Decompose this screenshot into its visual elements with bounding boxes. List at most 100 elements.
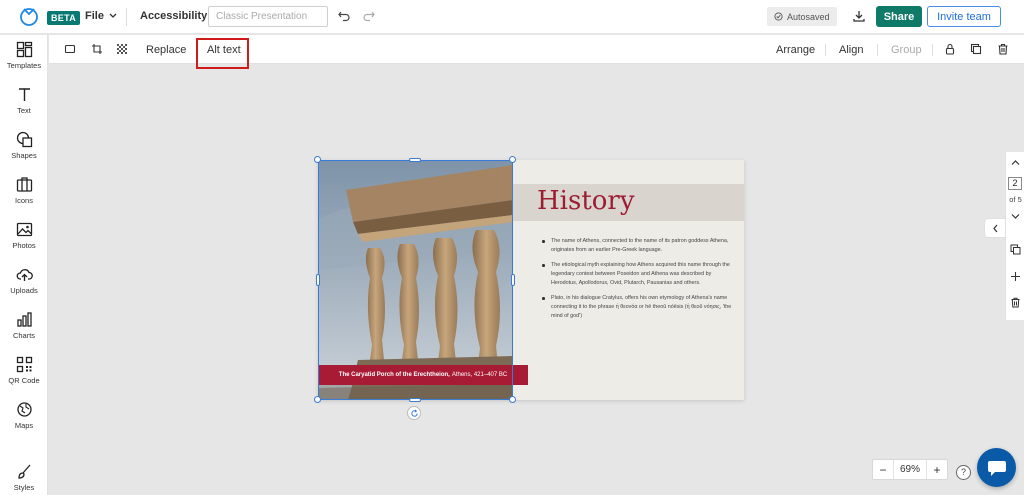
slide-title[interactable]: History	[537, 186, 635, 216]
zoom-control: − 69% +	[872, 459, 948, 480]
sidebar-item-label: QR Code	[8, 376, 40, 385]
chevron-up-icon[interactable]	[1011, 159, 1020, 166]
slide-canvas[interactable]: The Caryatid Porch of the Erechtheion, A…	[318, 160, 744, 400]
left-sidebar: Templates Text Shapes Icons Photos Uploa…	[0, 35, 48, 495]
caption-bold: The Caryatid Porch of the Erechtheion,	[338, 372, 450, 378]
divider	[825, 44, 826, 56]
arrange-button[interactable]: Arrange	[776, 44, 815, 56]
sidebar-item-label: Styles	[13, 483, 35, 492]
sidebar-item-uploads[interactable]: Uploads	[0, 266, 48, 295]
list-item: The name of Athens, connected to the nam…	[542, 237, 732, 255]
top-bar: BETA File Accessibility Autosaved Share …	[0, 0, 1024, 34]
divider	[126, 8, 127, 26]
caryatid-photo[interactable]	[318, 160, 513, 400]
undo-icon[interactable]	[337, 9, 351, 23]
maps-icon	[16, 402, 32, 417]
lock-icon[interactable]	[944, 43, 956, 55]
sidebar-item-charts[interactable]: Charts	[0, 311, 48, 340]
autosaved-status: Autosaved	[767, 7, 837, 26]
sidebar-item-text[interactable]: Text	[0, 86, 48, 115]
replace-button[interactable]: Replace	[146, 44, 186, 56]
group-button[interactable]: Group	[891, 44, 922, 56]
beta-badge: BETA	[47, 11, 81, 25]
icons-icon	[16, 177, 32, 192]
page-count: of 5	[1009, 195, 1022, 204]
download-icon[interactable]	[852, 9, 866, 23]
list-item: Plato, in his dialogue Cratylus, offers …	[542, 294, 732, 321]
rotate-handle[interactable]	[407, 406, 421, 420]
file-menu[interactable]: File	[85, 10, 117, 22]
sidebar-item-photos[interactable]: Photos	[0, 221, 48, 250]
redo-icon[interactable]	[362, 9, 376, 23]
chevron-down-icon[interactable]	[1011, 213, 1020, 220]
sidebar-item-label: Charts	[12, 331, 36, 340]
resize-handle-bottom[interactable]	[409, 398, 421, 402]
autosaved-label: Autosaved	[787, 11, 830, 22]
page-number-input[interactable]: 2	[1008, 177, 1022, 190]
invite-team-button[interactable]: Invite team	[927, 6, 1001, 27]
element-toolbar: Replace Alt text Arrange Align Group	[49, 35, 1024, 69]
zoom-level[interactable]: 69%	[893, 460, 927, 479]
sidebar-item-label: Uploads	[10, 286, 38, 295]
templates-icon	[16, 41, 32, 58]
shapes-icon	[16, 131, 32, 148]
duplicate-icon[interactable]	[970, 43, 982, 55]
sidebar-item-label: Maps	[14, 421, 34, 430]
photo-caption[interactable]: The Caryatid Porch of the Erechtheion, A…	[318, 365, 528, 385]
chevron-down-icon	[109, 13, 117, 18]
crop-icon[interactable]	[91, 43, 103, 55]
uploads-icon	[16, 269, 33, 281]
collapse-panel-button[interactable]	[984, 218, 1005, 238]
accessibility-button[interactable]: Accessibility	[140, 10, 207, 22]
chevron-left-icon	[992, 224, 997, 232]
align-button[interactable]: Align	[839, 44, 863, 56]
zoom-in-button[interactable]: +	[927, 460, 947, 479]
trash-icon[interactable]	[997, 43, 1009, 55]
resize-handle-top-right[interactable]	[509, 156, 516, 163]
sidebar-item-templates[interactable]: Templates	[0, 41, 48, 70]
sidebar-item-styles[interactable]: Styles	[0, 463, 48, 492]
divider	[877, 44, 878, 56]
styles-icon	[17, 464, 30, 479]
resize-handle-bottom-right[interactable]	[509, 396, 516, 403]
sidebar-item-label: Shapes	[11, 151, 37, 160]
text-icon	[18, 88, 30, 101]
sidebar-item-maps[interactable]: Maps	[0, 401, 48, 430]
alt-text-highlight	[196, 38, 249, 69]
delete-page-icon[interactable]	[1010, 297, 1021, 308]
sidebar-item-shapes[interactable]: Shapes	[0, 131, 48, 160]
duplicate-page-icon[interactable]	[1010, 244, 1021, 255]
chat-button[interactable]	[977, 448, 1016, 487]
rotate-icon	[410, 409, 418, 417]
zoom-out-button[interactable]: −	[873, 460, 893, 479]
add-page-icon[interactable]	[1010, 271, 1021, 282]
sidebar-item-qr-code[interactable]: QR Code	[0, 356, 48, 385]
resize-handle-left[interactable]	[316, 274, 320, 286]
resize-handle-bottom-left[interactable]	[314, 396, 321, 403]
photos-icon	[16, 222, 32, 237]
sidebar-item-label: Text	[17, 106, 31, 115]
border-icon[interactable]	[64, 43, 76, 55]
resize-handle-top[interactable]	[409, 158, 421, 162]
divider	[932, 44, 933, 56]
presentation-title-input[interactable]	[208, 6, 328, 27]
caryatid-porch-image	[318, 160, 513, 400]
charts-icon	[16, 312, 32, 327]
sidebar-item-label: Icons	[15, 196, 33, 205]
resize-handle-right[interactable]	[511, 274, 515, 286]
transparency-icon[interactable]	[116, 43, 128, 55]
share-button[interactable]: Share	[876, 6, 922, 27]
bullet-list[interactable]: The name of Athens, connected to the nam…	[542, 237, 732, 327]
logo-icon[interactable]	[19, 6, 39, 26]
check-circle-icon	[774, 12, 783, 21]
sidebar-item-label: Templates	[6, 61, 42, 70]
qr-code-icon	[16, 356, 32, 373]
sidebar-item-icons[interactable]: Icons	[0, 176, 48, 205]
help-button[interactable]: ?	[956, 465, 971, 480]
file-menu-label: File	[85, 10, 104, 22]
page-panel: 2 of 5	[1005, 152, 1024, 320]
list-item: The etiological myth explaining how Athe…	[542, 261, 732, 288]
resize-handle-top-left[interactable]	[314, 156, 321, 163]
chat-icon	[987, 460, 1006, 476]
caption-rest: Athens, 421–407 BC	[451, 372, 508, 378]
